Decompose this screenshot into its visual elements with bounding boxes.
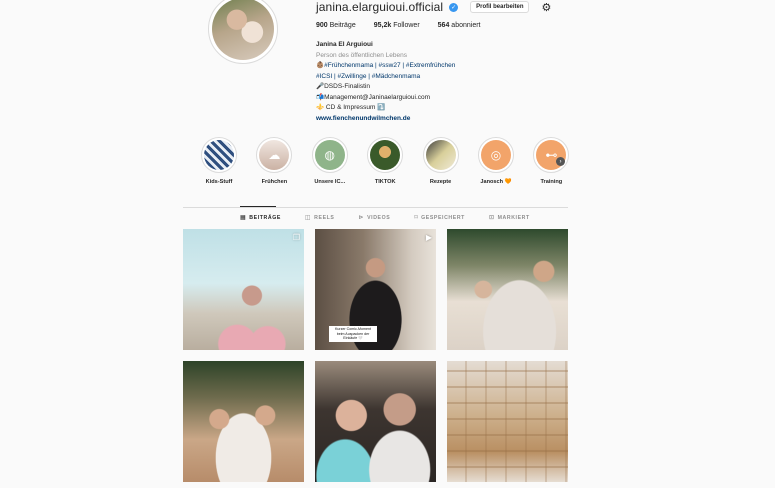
highlight-cover: ◎ [480, 140, 511, 170]
bio-line: 🎤DSDS-Finalistin [316, 83, 370, 90]
highlight-unsere-icsi[interactable]: ◍ Unsere IC... [311, 137, 349, 185]
tab-tagged[interactable]: ⊡ MARKIERT [488, 214, 530, 222]
profile-tabs: ▦ BEITRÄGE ◫ REELS ⊳ VIDEOS ⌑ GESPEICHERT ⊡ M… [240, 214, 530, 222]
posts-grid: ❐ ▶ Kurzer Comic-Moment beim Auspacken d… [183, 229, 568, 482]
highlight-label: Rezepte [429, 179, 452, 185]
story-highlights: Kids-Stuff ☁ Frühchen ◍ Unsere IC... TIK… [200, 137, 570, 185]
cloud-icon: ☁ [268, 148, 281, 162]
settings-gear-icon[interactable]: ⚙ [541, 1, 551, 14]
post-tile[interactable] [183, 361, 304, 482]
bio-line: ⚜️ CD & Impressum ⤵️ [316, 104, 386, 111]
post-tile[interactable] [447, 229, 568, 350]
post-overlay-caption: Kurzer Comic-Moment beim Auspacken der E… [329, 326, 377, 342]
verified-badge-icon: ✓ [449, 2, 459, 12]
highlight-cover: ◍ [314, 140, 345, 170]
profile-bio: Janina El Arguioui Person des öffentlich… [316, 40, 546, 124]
website-link[interactable]: www.fienchenundwilmchen.de [316, 114, 546, 125]
bio-line[interactable]: 👶🏽#Frühchenmama | #ssw27 | #Extremfrühch… [316, 61, 546, 72]
highlight-fruehchen[interactable]: ☁ Frühchen [255, 137, 293, 185]
highlight-kids-stuff[interactable]: Kids-Stuff [200, 137, 238, 185]
highlight-janosch[interactable]: ◎ Janosch 🧡 [477, 137, 515, 185]
stat-followers[interactable]: 95,2k Follower [374, 22, 420, 29]
highlight-label: Janosch 🧡 [480, 179, 512, 185]
edit-profile-button[interactable]: Profil bearbeiten [470, 1, 530, 13]
grid-icon: ▦ [240, 215, 247, 221]
profile-avatar[interactable] [208, 0, 278, 64]
instagram-profile-page: janina.elarguioui.official ✓ Profil bear… [0, 0, 775, 488]
post-tile[interactable] [447, 361, 568, 482]
profile-stats: 900 Beiträge 95,2k Follower 564 abonnier… [316, 22, 481, 29]
tabs-divider [183, 207, 568, 208]
bookmark-icon: ⌑ [414, 215, 419, 221]
bio-line[interactable]: #ICSI | #Zwillinge | #Mädchenmama [316, 72, 546, 83]
profile-header-row: janina.elarguioui.official ✓ Profil bear… [316, 0, 551, 14]
full-name: Janina El Arguioui [316, 41, 373, 48]
highlight-cover: ☁ [259, 140, 290, 170]
username: janina.elarguioui.official [316, 0, 444, 14]
highlight-label: Kids-Stuff [205, 179, 233, 185]
tab-saved[interactable]: ⌑ GESPEICHERT [414, 214, 465, 222]
highlight-tiktok[interactable]: TIKTOK [366, 137, 404, 185]
post-tile[interactable]: ❐ [183, 229, 304, 350]
highlight-label: Training [540, 179, 563, 185]
reels-icon: ◫ [304, 215, 312, 221]
ball-icon: ◎ [490, 148, 502, 162]
post-tile[interactable]: ▶ Kurzer Comic-Moment beim Auspacken der… [315, 229, 436, 350]
stat-following[interactable]: 564 abonniert [438, 22, 481, 29]
tag-icon: ⊡ [488, 215, 495, 221]
bio-line: 📬Management@Janinaelarguioui.com [316, 93, 431, 101]
profile-category: Person des öffentlichen Lebens [316, 51, 407, 59]
highlight-label: Frühchen [261, 179, 288, 185]
tab-reels[interactable]: ◫ REELS [304, 214, 335, 222]
carousel-icon: ❐ [292, 233, 300, 242]
highlight-cover [204, 140, 234, 170]
post-tile[interactable] [315, 361, 436, 482]
highlight-cover [425, 140, 456, 170]
highlights-next-arrow-icon[interactable]: › [556, 157, 565, 166]
active-tab-indicator [240, 206, 276, 207]
highlight-cover [370, 140, 401, 170]
embryo-icon: ◍ [324, 148, 336, 162]
tab-posts[interactable]: ▦ BEITRÄGE [240, 214, 281, 222]
highlight-label: TIKTOK [374, 179, 396, 185]
highlight-label: Unsere IC... [314, 179, 346, 185]
video-icon: ⊳ [358, 215, 365, 221]
tab-videos[interactable]: ⊳ VIDEOS [358, 214, 390, 222]
stat-posts[interactable]: 900 Beiträge [316, 22, 356, 29]
highlight-rezepte[interactable]: Rezepte [422, 137, 460, 185]
reel-icon: ▶ [425, 233, 432, 242]
avatar-image [212, 0, 274, 60]
